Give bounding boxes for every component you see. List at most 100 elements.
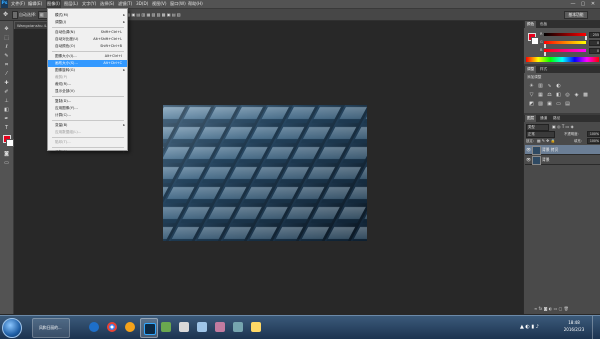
layer-name[interactable]: 背景 拷贝 <box>542 145 558 154</box>
menu-image[interactable]: 图像(I) <box>46 0 61 8</box>
taskbar-app[interactable] <box>158 318 174 336</box>
menu-item[interactable]: 变量(B) ▸ <box>48 122 127 129</box>
tab-layers[interactable]: 图层 <box>525 115 537 122</box>
menu-select[interactable]: 选择(S) <box>100 0 114 8</box>
healing-brush-tool-icon[interactable]: ✚ <box>3 80 10 87</box>
visibility-eye-icon[interactable]: 👁 <box>526 157 531 162</box>
layer-filter-icons[interactable]: ▣ ◎ T ▭ ◈ <box>552 124 574 130</box>
tab-paths[interactable]: 路径 <box>551 115 562 122</box>
slider-r-knob[interactable] <box>585 36 587 40</box>
selective-color-icon[interactable]: ▤ <box>564 101 571 107</box>
layer-row[interactable]: 👁 背景 <box>525 155 600 165</box>
taskbar-clock[interactable]: 18:48 2016/2/23 <box>558 319 590 333</box>
layer-row[interactable]: 👁 背景 拷贝 <box>525 145 600 155</box>
color-lookup-icon[interactable]: ▩ <box>582 92 589 98</box>
layer-name[interactable]: 背景 <box>542 155 550 164</box>
menu-item[interactable]: 图像大小(I)... Alt+Ctrl+I <box>48 53 127 60</box>
pen-tool-icon[interactable]: ✒ <box>3 116 10 123</box>
tab-styles[interactable]: 样式 <box>538 66 549 73</box>
taskbar-app[interactable] <box>230 318 246 336</box>
quick-mask-icon[interactable]: ◙ <box>3 151 10 158</box>
menu-item[interactable]: 模式(M) ▸ <box>48 12 127 19</box>
menu-type[interactable]: 文字(Y) <box>82 0 96 8</box>
taskbar-window-item[interactable]: 风和日丽的... <box>32 318 70 338</box>
eraser-tool-icon[interactable]: ◧ <box>3 107 10 114</box>
slider-b[interactable] <box>544 49 586 52</box>
close-button[interactable]: ✕ <box>588 0 598 8</box>
show-desktop-button[interactable] <box>592 316 600 339</box>
screen-mode-icon[interactable]: ▭ <box>3 160 10 167</box>
move-tool-icon[interactable]: ✥ <box>3 26 10 33</box>
levels-icon[interactable]: ▥ <box>537 83 544 89</box>
quick-select-tool-icon[interactable]: ✎ <box>3 53 10 60</box>
menu-edit[interactable]: 编辑(E) <box>28 0 42 8</box>
menu-item[interactable]: 自动对比度(U) Alt+Shift+Ctrl+L <box>48 36 127 43</box>
taskbar-app[interactable] <box>86 318 102 336</box>
lasso-tool-icon[interactable]: ℓ <box>3 44 10 51</box>
invert-icon[interactable]: ◩ <box>528 101 535 107</box>
menu-item[interactable]: 自动色调(N) Shift+Ctrl+L <box>48 29 127 36</box>
menu-item[interactable]: 裁切(R)... <box>48 81 127 88</box>
background-color-swatch[interactable] <box>6 139 14 147</box>
color-spectrum-ramp[interactable] <box>526 57 599 62</box>
marquee-tool-icon[interactable]: ⬚ <box>3 35 10 42</box>
threshold-icon[interactable]: ▣ <box>546 101 553 107</box>
slider-g[interactable] <box>544 41 586 44</box>
menu-item[interactable]: 复制(D)... <box>48 98 127 105</box>
vibrance-icon[interactable]: ▽ <box>528 92 535 98</box>
color-balance-icon[interactable]: ⚖ <box>546 92 553 98</box>
taskbar-app[interactable] <box>194 318 210 336</box>
menu-item[interactable]: 图像旋转(G) ▸ <box>48 67 127 74</box>
auto-select-checkbox[interactable] <box>12 11 18 19</box>
menu-layer[interactable]: 图层(L) <box>64 0 78 8</box>
menu-item[interactable]: 应用图像(Y)... <box>48 105 127 112</box>
brightness-contrast-icon[interactable]: ☀ <box>528 83 535 89</box>
posterize-icon[interactable]: ▨ <box>537 101 544 107</box>
hue-saturation-icon[interactable]: ▦ <box>537 92 544 98</box>
layer-kind-filter[interactable]: 类型 <box>526 124 549 131</box>
move-tool-icon[interactable]: ✥ <box>3 11 8 18</box>
lock-icons[interactable]: ▦ ✎ ✥ 🔒 <box>537 138 555 144</box>
exposure-icon[interactable]: ◐ <box>555 83 562 89</box>
crop-tool-icon[interactable]: ⌗ <box>3 62 10 69</box>
channel-mixer-icon[interactable]: ◈ <box>573 92 580 98</box>
start-button[interactable] <box>2 318 22 338</box>
tab-swatches[interactable]: 色板 <box>538 21 549 28</box>
blend-mode-dropdown[interactable]: 正常 <box>526 131 555 138</box>
tray-icons[interactable]: ▲ ◐ ▮ ♪ <box>520 323 539 331</box>
fill-value[interactable]: 100% <box>587 138 600 144</box>
tab-color[interactable]: 颜色 <box>525 21 537 28</box>
taskbar-app[interactable] <box>122 318 138 336</box>
taskbar-app[interactable] <box>248 318 264 336</box>
minimize-button[interactable]: — <box>568 0 578 8</box>
maximize-button[interactable]: ▢ <box>578 0 588 8</box>
tab-channels[interactable]: 通道 <box>538 115 549 122</box>
black-white-icon[interactable]: ◧ <box>555 92 562 98</box>
value-g[interactable]: 0 <box>589 40 600 46</box>
layer-footer-icons[interactable]: ∞ fx ◙ ◐ ▭ ▢ 🗑 <box>534 306 569 312</box>
menu-file[interactable]: 文件(F) <box>11 0 25 8</box>
opacity-value[interactable]: 100% <box>587 131 600 137</box>
menu-item[interactable]: 调整(J) ▸ <box>48 19 127 26</box>
menu-window[interactable]: 窗口(W) <box>170 0 186 8</box>
menu-item[interactable]: 显示全部(V) <box>48 88 127 95</box>
menu-item[interactable]: 自动颜色(O) Shift+Ctrl+B <box>48 43 127 50</box>
document-image[interactable] <box>163 105 367 241</box>
menu-filter[interactable]: 滤镜(T) <box>118 0 132 8</box>
menu-item[interactable]: 计算(C)... <box>48 112 127 119</box>
slider-b-knob[interactable] <box>544 52 546 56</box>
menu-item[interactable]: 分析(A) ▸ <box>48 149 127 156</box>
visibility-eye-icon[interactable]: 👁 <box>526 147 531 152</box>
workspace-switcher[interactable]: 基本功能 <box>564 11 588 19</box>
taskbar-app[interactable] <box>140 318 158 338</box>
menu-view[interactable]: 视图(V) <box>152 0 167 8</box>
taskbar-app[interactable] <box>104 318 120 336</box>
curves-icon[interactable]: ∿ <box>546 83 553 89</box>
slider-r[interactable] <box>544 33 586 36</box>
menu-3d[interactable]: 3D(D) <box>136 0 148 8</box>
eyedropper-tool-icon[interactable]: ⁄ <box>3 71 10 78</box>
photo-filter-icon[interactable]: ◎ <box>564 92 571 98</box>
brush-tool-icon[interactable]: ✐ <box>3 89 10 96</box>
clone-stamp-tool-icon[interactable]: ⊥ <box>3 98 10 105</box>
taskbar-app[interactable] <box>176 318 192 336</box>
